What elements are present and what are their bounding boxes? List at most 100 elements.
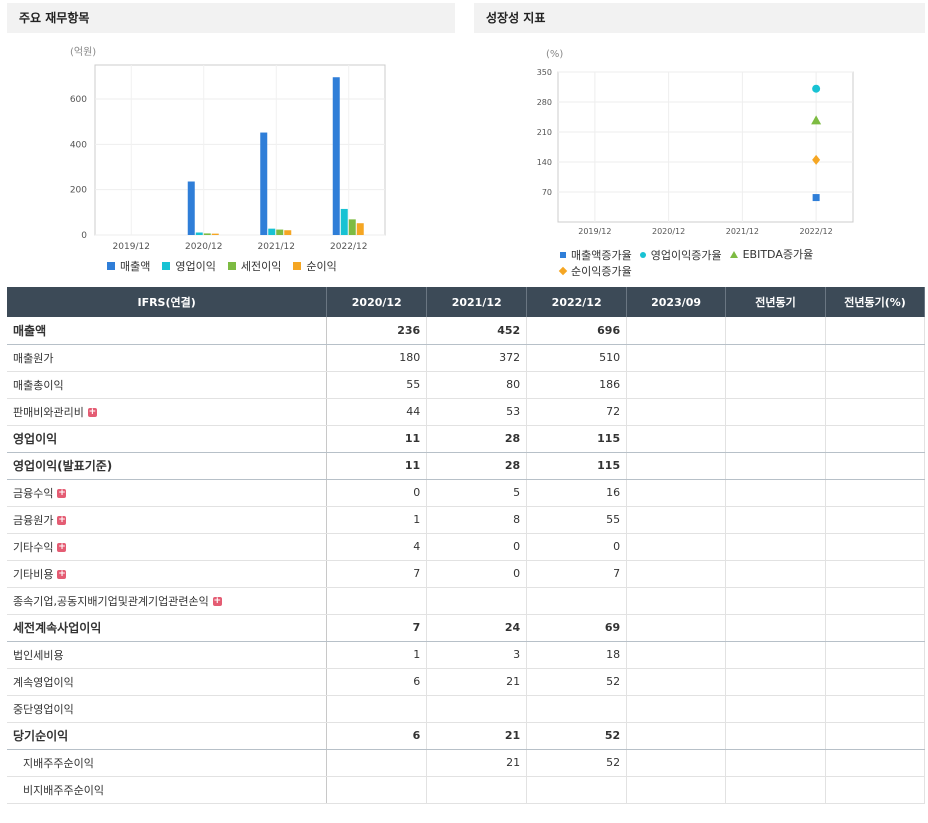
table-cell: [825, 398, 925, 426]
table-cell: [426, 587, 528, 615]
table-cell: [825, 587, 925, 615]
row-label-text: 세전계속사업이익: [13, 621, 102, 635]
table-cell: [626, 722, 727, 750]
bar: [332, 77, 340, 235]
table-cell: [626, 344, 727, 372]
row-label-text: 매출액: [13, 323, 47, 338]
table-cell: 0: [426, 560, 528, 588]
table-cell: 0: [526, 533, 628, 561]
table-cell: [725, 398, 826, 426]
table-cell: [526, 695, 628, 723]
legend-label: 순이익: [306, 260, 337, 273]
table-cell: [725, 344, 826, 372]
table-row: 비지배주주순이익: [7, 776, 925, 804]
row-label-text: 기타비용: [13, 567, 54, 581]
table-row: 금융원가 +1 8 55: [7, 506, 925, 534]
row-label-text: 계속영업이익: [13, 675, 74, 689]
row-label: 당기순이익: [7, 722, 328, 750]
financial-items-panel-title: 주요 재무항목: [7, 3, 455, 33]
legend-marker-icon: [639, 251, 646, 258]
table-header-row: IFRS(연결) 2020/12 2021/12 2022/12 2023/09…: [7, 287, 925, 317]
legend-swatch: [107, 262, 115, 270]
table-cell: [426, 695, 528, 723]
legend-item[interactable]: 세전이익: [227, 258, 281, 274]
legend-item[interactable]: 순이익증가율: [558, 263, 632, 279]
table-cell: 0: [426, 533, 528, 561]
y-tick-label: 600: [70, 95, 87, 105]
table-cell: [825, 695, 925, 723]
table-cell: 80: [426, 371, 528, 399]
row-label[interactable]: 금융원가 +: [7, 506, 328, 534]
financial-items-bar-chart: (억원) 0 200 400 600 2019/12 2020/12 2021/12 2022/…: [70, 46, 386, 252]
row-label: 매출액: [7, 317, 328, 345]
table-cell: 16: [526, 479, 628, 507]
x-tick-label: 2021/12: [726, 227, 759, 236]
row-label: 법인세비용: [7, 641, 328, 669]
row-label-text: 금융수익: [13, 486, 54, 500]
bar-chart-legend: 매출액 영업이익 세전이익 순이익: [107, 258, 349, 274]
x-tick-label: 2019/12: [113, 242, 150, 252]
expand-plus-icon[interactable]: +: [57, 543, 67, 552]
table-cell: 7: [326, 614, 428, 642]
table-row: 법인세비용 1 3 18: [7, 641, 925, 669]
table-cell: 1: [326, 641, 428, 669]
row-label-text: 중단영업이익: [13, 702, 74, 716]
legend-label: 영업이익증가율: [650, 248, 722, 262]
table-cell: [825, 641, 925, 669]
header-2021: 2021/12: [426, 287, 528, 317]
table-cell: 52: [526, 749, 628, 777]
table-cell: [626, 533, 727, 561]
row-label-text: 매출원가: [13, 351, 54, 365]
table-cell: [626, 749, 727, 777]
table-cell: 1: [326, 506, 428, 534]
table-cell: [825, 560, 925, 588]
legend-item[interactable]: EBITDA증가율: [729, 246, 813, 262]
legend-item[interactable]: 순이익: [293, 258, 337, 274]
table-cell: [725, 722, 826, 750]
table-cell: 8: [426, 506, 528, 534]
table-cell: 115: [526, 425, 628, 453]
table-cell: 696: [526, 317, 628, 345]
table-cell: [426, 776, 528, 804]
table-cell: 72: [526, 398, 628, 426]
table-cell: [725, 506, 826, 534]
row-label: 매출총이익: [7, 371, 328, 399]
bar: [356, 223, 364, 235]
legend-item[interactable]: 매출액증가율: [560, 247, 632, 263]
expand-plus-icon[interactable]: +: [87, 408, 97, 417]
expand-plus-icon[interactable]: +: [57, 516, 67, 525]
table-cell: [626, 614, 727, 642]
table-row: 영업이익(발표기준) 11 28 115: [7, 452, 925, 480]
table-row: 기타수익 +4 0 0: [7, 533, 925, 561]
legend-marker-icon: [558, 266, 568, 275]
table-row: 금융수익 +0 5 16: [7, 479, 925, 507]
row-label[interactable]: 금융수익 +: [7, 479, 328, 507]
bar: [203, 233, 211, 235]
table-cell: 372: [426, 344, 528, 372]
expand-plus-icon[interactable]: +: [57, 570, 67, 579]
table-cell: [725, 641, 826, 669]
legend-label: 매출액: [120, 260, 151, 273]
legend-label: 매출액증가율: [571, 248, 632, 262]
row-label-text: 당기순이익: [13, 729, 69, 743]
expand-plus-icon[interactable]: +: [212, 597, 222, 606]
table-cell: [725, 668, 826, 696]
legend-item[interactable]: 매출액: [107, 258, 150, 274]
table-cell: 0: [326, 479, 428, 507]
expand-plus-icon[interactable]: +: [57, 489, 67, 498]
x-tick-label: 2021/12: [258, 242, 295, 252]
bar: [340, 208, 348, 235]
table-row: 기타비용 +7 0 7: [7, 560, 925, 588]
table-cell: [626, 641, 727, 669]
table-cell: [825, 344, 925, 372]
row-label[interactable]: 기타비용 +: [7, 560, 328, 588]
row-label[interactable]: 기타수익 +: [7, 533, 328, 561]
legend-item[interactable]: 영업이익: [162, 258, 216, 274]
row-label[interactable]: 판매비와관리비 +: [7, 398, 328, 426]
table-cell: 44: [326, 398, 428, 426]
financial-table: IFRS(연결) 2020/12 2021/12 2022/12 2023/09…: [7, 287, 925, 804]
row-label[interactable]: 종속기업,공동지배기업및관계기업관련손익 +: [7, 587, 328, 615]
growth-indicators-panel-title: 성장성 지표: [474, 3, 925, 33]
legend-item[interactable]: 영업이익증가율: [639, 247, 722, 263]
table-cell: [725, 425, 826, 453]
